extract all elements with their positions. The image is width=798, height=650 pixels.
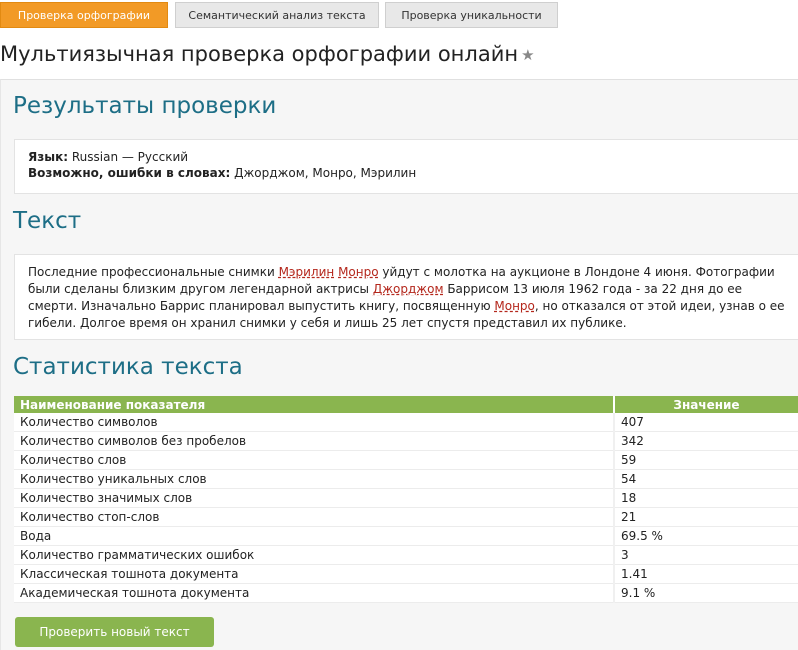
stats-heading: Статистика текста [13,354,243,380]
col-name-header: Наименование показателя [14,396,615,413]
table-row: Количество значимых слов 18 [14,488,798,508]
language-label: Язык: [28,150,69,164]
stat-value: 54 [614,469,798,489]
misspelled-word[interactable]: Джорджом [373,282,444,296]
stat-value: 342 [614,431,798,451]
text-box: Последние профессиональные снимки Мэрили… [14,254,798,340]
stat-value: 1.41 [614,564,798,584]
language-line: Язык: Russian — Русский [28,149,785,165]
tab-uniqueness-check[interactable]: Проверка уникальности [385,2,558,28]
stat-value: 18 [614,488,798,508]
stats-table: Наименование показателя Значение Количес… [14,396,798,603]
stat-name: Количество уникальных слов [14,469,615,489]
stat-name: Количество грамматических ошибок [14,545,615,565]
page-title: Мультиязычная проверка орфографии онлайн [0,42,519,66]
tab-spell-check[interactable]: Проверка орфографии [0,2,168,28]
language-value: Russian — Русский [71,150,189,164]
stat-value: 59 [614,450,798,470]
misspelled-word[interactable]: Монро [338,265,379,279]
tab-bar: Проверка орфографии Семантический анализ… [0,2,798,29]
stats-header-row: Наименование показателя Значение [14,396,798,413]
text-heading: Текст [13,208,82,234]
stat-value: 407 [614,413,798,432]
errors-label: Возможно, ошибки в словах: [28,166,231,180]
tab-semantic-analysis[interactable]: Семантический анализ текста [175,2,379,28]
table-row: Вода 69.5 % [14,526,798,546]
col-value-header: Значение [614,396,798,413]
table-row: Академическая тошнота документа 9.1 % [14,583,798,603]
stat-name: Вода [14,526,615,546]
stat-name: Количество значимых слов [14,488,615,508]
page-title-row: Мультиязычная проверка орфографии онлайн… [0,42,535,66]
table-row: Количество стоп-слов 21 [14,507,798,527]
stat-name: Количество слов [14,450,615,470]
new-check-button[interactable]: Проверить новый текст [15,617,214,647]
table-row: Количество слов 59 [14,450,798,470]
stat-value: 9.1 % [614,583,798,603]
table-row: Количество уникальных слов 54 [14,469,798,489]
star-icon[interactable]: ★ [521,46,534,64]
stat-value: 3 [614,545,798,565]
results-heading: Результаты проверки [13,93,277,119]
stat-name: Количество символов без пробелов [14,431,615,451]
stat-value: 69.5 % [614,526,798,546]
table-row: Классическая тошнота документа 1.41 [14,564,798,584]
results-box: Язык: Russian — Русский Возможно, ошибки… [14,139,798,194]
errors-line: Возможно, ошибки в словах: Джорджом, Мон… [28,165,785,181]
stat-name: Количество символов [14,413,615,432]
table-row: Количество символов 407 [14,413,798,432]
errors-value: Джорджом, Монро, Мэрилин [234,166,417,180]
misspelled-word[interactable]: Мэрилин [279,265,335,279]
stat-name: Академическая тошнота документа [14,583,615,603]
table-row: Количество символов без пробелов 342 [14,431,798,451]
stat-value: 21 [614,507,798,527]
table-row: Количество грамматических ошибок 3 [14,545,798,565]
seg-0: Последние профессиональные снимки [28,265,279,279]
stat-name: Количество стоп-слов [14,507,615,527]
stat-name: Классическая тошнота документа [14,564,615,584]
misspelled-word[interactable]: Монро [494,299,535,313]
